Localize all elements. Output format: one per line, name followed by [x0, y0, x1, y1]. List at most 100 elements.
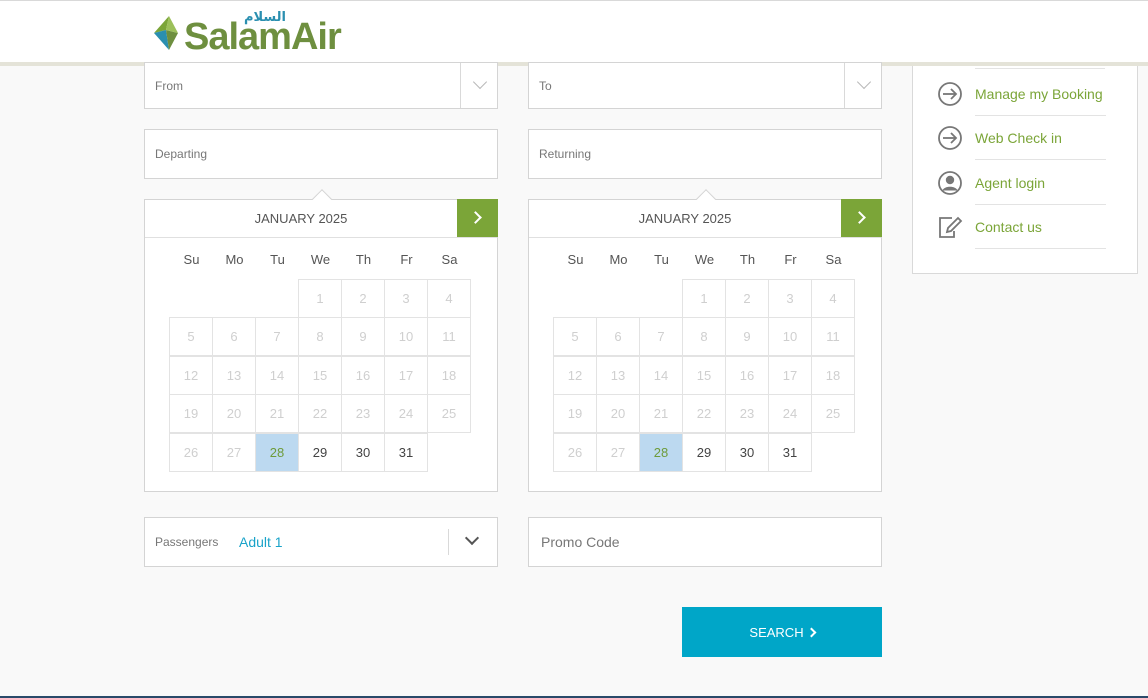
departing-label: Departing: [155, 147, 208, 161]
calendar-day: 11: [427, 317, 471, 357]
weekday-header: We: [694, 252, 715, 267]
to-divider: [844, 63, 845, 108]
chevron-down-icon: [856, 74, 872, 90]
from-label: From: [155, 78, 183, 93]
calendar-day: 3: [768, 279, 812, 318]
calendar-day: 18: [811, 355, 855, 395]
calendar-day: 12: [169, 355, 213, 395]
calendar-day: 26: [169, 432, 213, 472]
calendar-day: 17: [768, 355, 812, 395]
chevron-down-icon: [464, 530, 480, 546]
from-divider: [460, 63, 461, 108]
calendar-day: 6: [596, 317, 640, 357]
calendar-day: 8: [298, 317, 342, 357]
calendar-day: 15: [682, 355, 726, 395]
calendar-day: 3: [384, 279, 428, 318]
sidebar-item-label: Manage my Booking: [975, 86, 1103, 102]
weekday-header: Mo: [225, 252, 244, 267]
calendar-day-selected[interactable]: 28: [639, 432, 683, 472]
chevron-right-icon: [853, 211, 866, 224]
calendar-day: 22: [298, 394, 342, 434]
sidebar-item-label: Web Check in: [975, 130, 1062, 146]
next-month-button[interactable]: [841, 199, 882, 237]
calendar-day[interactable]: 30: [725, 432, 769, 472]
calendar-day: 24: [768, 394, 812, 434]
calendar-day-selected[interactable]: 28: [255, 432, 299, 472]
calendar-header: JANUARY 2025: [145, 199, 498, 238]
quick-links-panel: Manage my Booking Web Check in Agent log…: [912, 66, 1138, 274]
calendar-day: 5: [553, 317, 597, 357]
calendar-day: 13: [212, 355, 256, 395]
sidebar-item-contact-us[interactable]: Contact us: [937, 205, 1107, 249]
calendar-day: 9: [725, 317, 769, 357]
sidebar-item-label: Agent login: [975, 175, 1046, 191]
calendar-day: 6: [212, 317, 256, 357]
calendar-day: 20: [596, 394, 640, 434]
sidebar-item-manage-booking[interactable]: Manage my Booking: [937, 72, 1107, 116]
chevron-down-icon: [472, 74, 488, 90]
calendar-day[interactable]: 31: [768, 432, 812, 472]
weekday-header: Sa: [441, 252, 458, 267]
next-month-button[interactable]: [457, 199, 498, 237]
returning-label: Returning: [539, 147, 592, 161]
calendar-day: 27: [212, 432, 256, 472]
calendar-day: 25: [811, 394, 855, 434]
calendar-day: 21: [255, 394, 299, 434]
weekday-header: Fr: [784, 252, 797, 267]
calendar-day[interactable]: 29: [682, 432, 726, 472]
weekday-header: Tu: [270, 252, 285, 267]
calendar-day: 5: [169, 317, 213, 357]
sidebar-item-web-check-in[interactable]: Web Check in: [937, 116, 1107, 160]
passengers-divider: [448, 529, 449, 555]
calendar-day: 14: [255, 355, 299, 395]
calendar-day: 10: [384, 317, 428, 357]
calendar-day[interactable]: 31: [384, 432, 428, 472]
calendar-day: 7: [639, 317, 683, 357]
calendar-day: 12: [553, 355, 597, 395]
calendar-day[interactable]: 30: [341, 432, 385, 472]
to-label: To: [539, 78, 552, 93]
calendar-day: 1: [682, 279, 726, 318]
returning-calendar: JANUARY 2025 Su Mo Tu We Th Fr Sa 1 2 3 4 5 6 7 8 9 10 11…: [528, 189, 882, 492]
salamair-logo[interactable]: SalamAir السلام: [152, 10, 342, 56]
calendar-day: 23: [341, 394, 385, 434]
calendar-day: 10: [768, 317, 812, 357]
departing-date-input[interactable]: Departing: [144, 129, 498, 179]
search-button[interactable]: SEARCH: [682, 607, 882, 657]
returning-date-input[interactable]: Returning: [528, 129, 882, 179]
arrow-circle-icon: [937, 81, 963, 107]
from-select[interactable]: From: [144, 62, 498, 109]
calendar-day: 24: [384, 394, 428, 434]
weekday-header: We: [310, 252, 331, 267]
weekday-header: Su: [183, 252, 200, 267]
calendar-day: 14: [639, 355, 683, 395]
edit-note-icon: [937, 214, 963, 240]
calendar-day: 7: [255, 317, 299, 357]
arrow-circle-icon: [937, 125, 963, 151]
calendar-day: 20: [212, 394, 256, 434]
calendar-day[interactable]: 29: [298, 432, 342, 472]
promo-code-placeholder: Promo Code: [541, 534, 620, 550]
calendar-day: 23: [725, 394, 769, 434]
calendar-day: 22: [682, 394, 726, 434]
calendar-day: 13: [596, 355, 640, 395]
to-select[interactable]: To: [528, 62, 882, 109]
calendar-day: 15: [298, 355, 342, 395]
logo-arabic: السلام: [244, 10, 286, 25]
chevron-right-icon: [469, 211, 482, 224]
calendar-day: 11: [811, 317, 855, 357]
sidebar-item-agent-login[interactable]: Agent login: [937, 161, 1107, 205]
passengers-select[interactable]: Passengers Adult 1: [144, 517, 498, 567]
logo-name-accent: Air: [290, 16, 342, 58]
departing-calendar: JANUARY 2025 Su Mo Tu We Th Fr Sa 1 2 3 4 5 6 7 8 9 10 11…: [144, 189, 498, 492]
calendar-day: 18: [427, 355, 471, 395]
sidebar-item-label: Contact us: [975, 219, 1042, 235]
calendar-month: JANUARY 2025: [638, 211, 732, 226]
passengers-label: Passengers: [155, 535, 219, 549]
sidebar-item-divider: [975, 248, 1106, 249]
calendar-day: 8: [682, 317, 726, 357]
calendar-day: 21: [639, 394, 683, 434]
promo-code-input[interactable]: Promo Code: [528, 517, 882, 567]
calendar-day: 16: [341, 355, 385, 395]
weekday-header: Su: [567, 252, 584, 267]
